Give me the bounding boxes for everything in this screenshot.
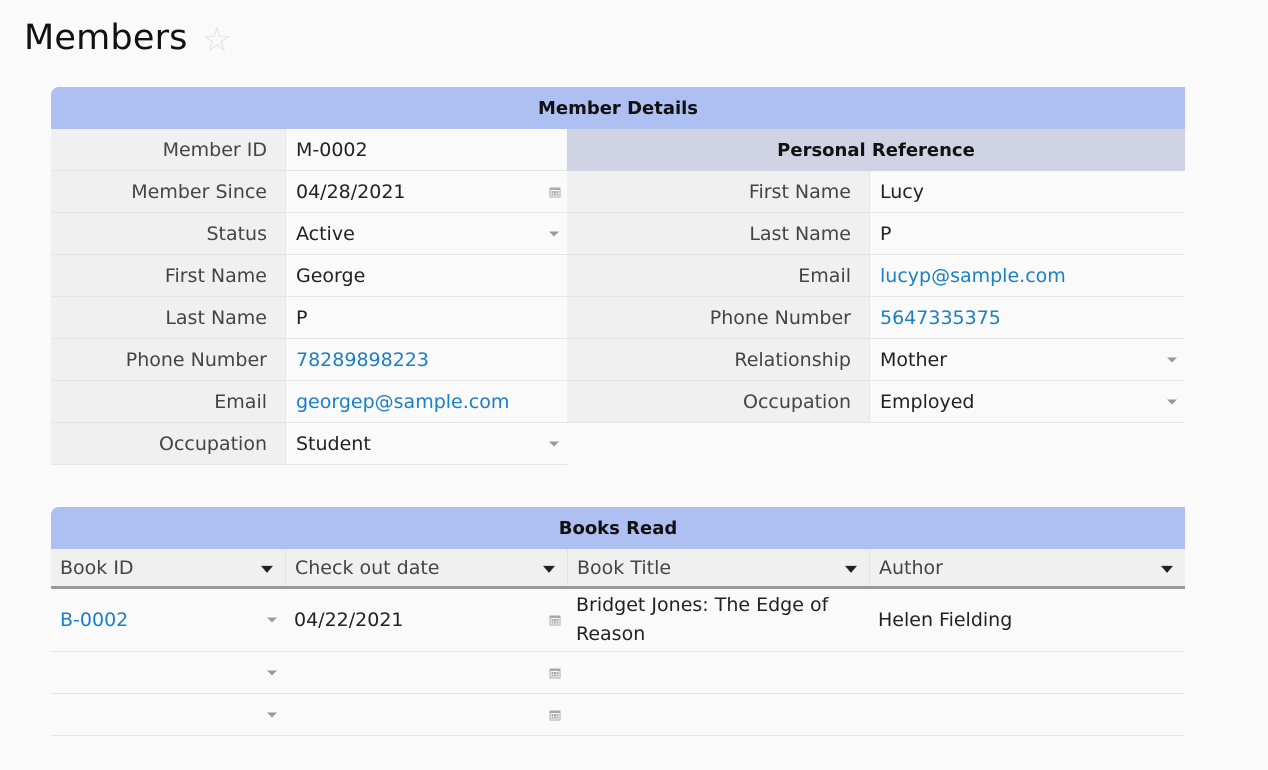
chevron-down-icon[interactable] — [1167, 399, 1177, 404]
author-cell[interactable] — [869, 652, 1185, 693]
author-value: Helen Fielding — [878, 609, 1013, 631]
field-label: Member ID — [51, 129, 285, 171]
sort-icon[interactable] — [261, 565, 273, 573]
field-first-name: First Name George — [51, 255, 567, 297]
field-member-since: Member Since 04/28/2021 — [51, 171, 567, 213]
column-label: Book ID — [60, 556, 134, 579]
ref-field-relationship: Relationship Mother — [567, 339, 1185, 381]
books-read-header: Books Read — [51, 507, 1185, 549]
column-label: Check out date — [295, 556, 440, 579]
books-table-header: Book ID Check out date Book Title Author — [51, 549, 1185, 589]
checkout-date-cell[interactable]: 04/22/2021 — [285, 589, 567, 651]
chevron-down-icon[interactable] — [267, 670, 277, 675]
chevron-down-icon[interactable] — [1167, 357, 1177, 362]
field-occupation: Occupation Student — [51, 423, 567, 465]
email-field[interactable]: georgep@sample.com — [285, 381, 567, 423]
ref-field-first-name: First Name Lucy — [567, 171, 1185, 213]
chevron-down-icon[interactable] — [267, 617, 277, 623]
ref-field-last-name: Last Name P — [567, 213, 1185, 255]
field-value: Employed — [880, 390, 975, 413]
sort-icon[interactable] — [543, 565, 555, 573]
page-header: Members ☆ — [24, 18, 236, 58]
field-label: Occupation — [51, 423, 285, 465]
book-id-cell[interactable]: B-0002 — [51, 589, 285, 651]
first-name-field[interactable]: George — [285, 255, 567, 297]
table-row — [51, 652, 1185, 694]
member-id-field[interactable]: M-0002 — [285, 129, 567, 171]
field-label: Phone Number — [51, 339, 285, 381]
field-label: Status — [51, 213, 285, 255]
book-id-cell[interactable] — [51, 652, 285, 693]
sort-icon[interactable] — [1161, 565, 1173, 573]
personal-reference-header: Personal Reference — [567, 129, 1185, 171]
field-label: First Name — [567, 171, 869, 213]
field-label: Last Name — [567, 213, 869, 255]
checkout-date-value: 04/22/2021 — [294, 609, 404, 631]
ref-last-name-field[interactable]: P — [869, 213, 1185, 255]
star-icon[interactable]: ☆ — [202, 23, 236, 57]
books-read-section: Books Read Book ID Check out date Book T… — [51, 507, 1185, 736]
column-header-author[interactable]: Author — [869, 549, 1185, 586]
checkout-date-cell[interactable] — [285, 652, 567, 693]
chevron-down-icon[interactable] — [549, 441, 559, 446]
field-email: Email georgep@sample.com — [51, 381, 567, 423]
calendar-icon[interactable] — [549, 667, 561, 679]
field-label: Member Since — [51, 171, 285, 213]
field-value: Mother — [880, 348, 948, 371]
book-id-link[interactable]: B-0002 — [60, 609, 128, 631]
member-details-section: Member Details Personal Reference Member… — [51, 87, 1185, 465]
column-header-checkout-date[interactable]: Check out date — [285, 549, 567, 586]
book-id-cell[interactable] — [51, 694, 285, 735]
field-label: First Name — [51, 255, 285, 297]
ref-field-email: Email lucyp@sample.com — [567, 255, 1185, 297]
field-phone-number: Phone Number 78289898223 — [51, 339, 567, 381]
column-label: Book Title — [577, 556, 672, 579]
chevron-down-icon[interactable] — [549, 231, 559, 236]
member-details-header: Member Details — [51, 87, 1185, 129]
field-value: Student — [296, 432, 371, 455]
book-title-cell[interactable] — [567, 694, 869, 735]
column-header-book-title[interactable]: Book Title — [567, 549, 869, 586]
chevron-down-icon[interactable] — [267, 712, 277, 717]
table-row — [51, 694, 1185, 736]
ref-field-phone-number: Phone Number 5647335375 — [567, 297, 1185, 339]
field-label: Phone Number — [567, 297, 869, 339]
book-title-cell[interactable]: Bridget Jones: The Edge of Reason — [567, 589, 869, 651]
ref-relationship-select[interactable]: Mother — [869, 339, 1185, 381]
last-name-field[interactable]: P — [285, 297, 567, 339]
ref-phone-number-field[interactable]: 5647335375 — [869, 297, 1185, 339]
field-value: Active — [296, 222, 355, 245]
ref-field-occupation: Occupation Employed — [567, 381, 1185, 423]
field-value: 04/28/2021 — [296, 180, 406, 203]
field-label: Email — [51, 381, 285, 423]
field-status: Status Active — [51, 213, 567, 255]
calendar-icon[interactable] — [549, 709, 561, 721]
column-header-book-id[interactable]: Book ID — [51, 549, 285, 586]
author-cell[interactable]: Helen Fielding — [869, 589, 1185, 651]
ref-email-field[interactable]: lucyp@sample.com — [869, 255, 1185, 297]
field-label: Email — [567, 255, 869, 297]
member-since-field[interactable]: 04/28/2021 — [285, 171, 567, 213]
column-label: Author — [879, 556, 943, 579]
sort-icon[interactable] — [845, 565, 857, 573]
phone-number-field[interactable]: 78289898223 — [285, 339, 567, 381]
book-title-value: Bridget Jones: The Edge of Reason — [576, 594, 829, 645]
field-label: Relationship — [567, 339, 869, 381]
field-last-name: Last Name P — [51, 297, 567, 339]
field-label: Occupation — [567, 381, 869, 423]
book-title-cell[interactable] — [567, 652, 869, 693]
ref-occupation-select[interactable]: Employed — [869, 381, 1185, 423]
table-row: B-0002 04/22/2021 Bridget Jones: The Edg… — [51, 589, 1185, 652]
field-label: Last Name — [51, 297, 285, 339]
calendar-icon[interactable] — [549, 614, 561, 626]
author-cell[interactable] — [869, 694, 1185, 735]
field-member-id: Member ID M-0002 — [51, 129, 567, 171]
calendar-icon[interactable] — [549, 186, 561, 198]
status-select[interactable]: Active — [285, 213, 567, 255]
page-title: Members — [24, 18, 188, 58]
checkout-date-cell[interactable] — [285, 694, 567, 735]
ref-first-name-field[interactable]: Lucy — [869, 171, 1185, 213]
occupation-select[interactable]: Student — [285, 423, 567, 465]
